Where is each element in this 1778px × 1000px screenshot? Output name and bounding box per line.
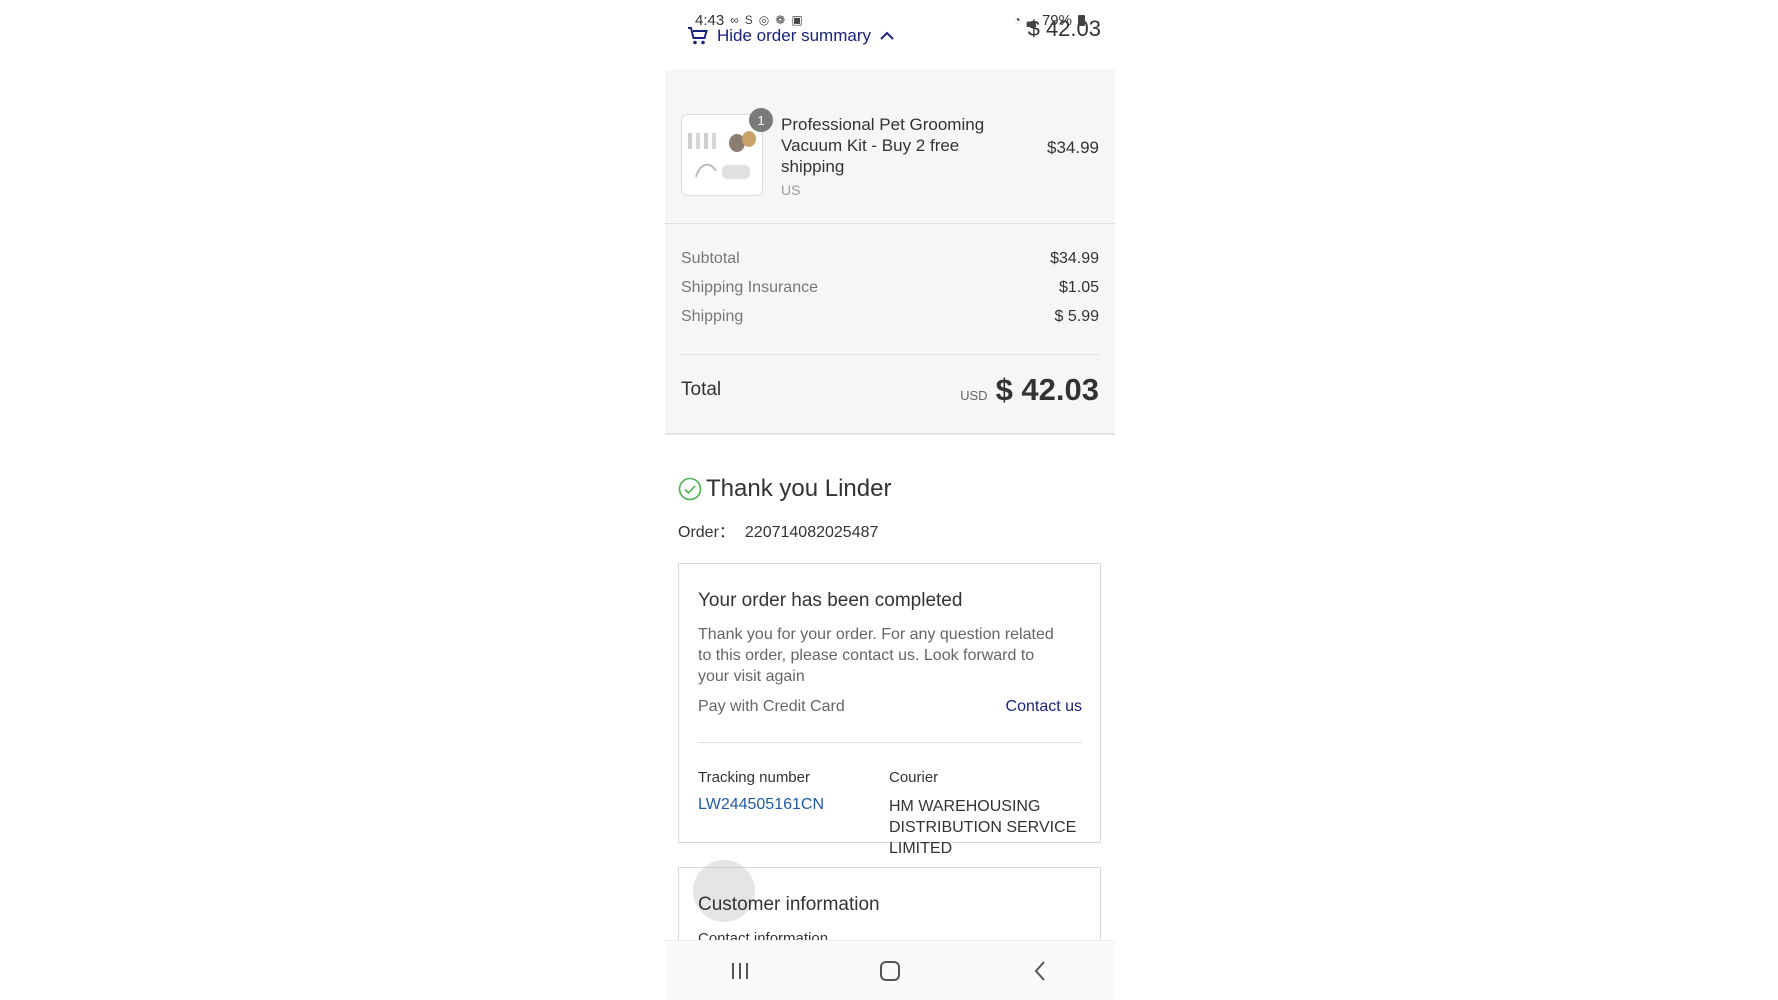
- app-s-icon: S: [744, 13, 753, 27]
- globe-icon: ◎: [758, 13, 770, 27]
- tracking-number-link[interactable]: LW244505161CN: [698, 796, 824, 814]
- back-icon: [1034, 961, 1045, 981]
- status-right: ◔ ▃ 79%: [1013, 12, 1085, 29]
- payment-method: Pay with Credit Card: [698, 698, 845, 715]
- order-completed-card: Your order has been completed Thank you …: [678, 563, 1101, 857]
- order-label: Order：: [678, 524, 735, 541]
- subtotal-row: Subtotal $34.99: [681, 248, 1099, 277]
- cost-value: $1.05: [1058, 279, 1099, 296]
- tracking-number-label: Tracking number: [698, 769, 810, 786]
- status-time: 4:43: [695, 11, 725, 29]
- status-left: 4:43 ∞ S ◎ ❁ ▣: [695, 12, 803, 29]
- android-nav-bar: [665, 940, 1115, 1000]
- order-number: 220714082025487: [744, 524, 879, 541]
- cost-value: $34.99: [1050, 250, 1099, 267]
- product-price: $34.99: [1047, 138, 1099, 157]
- gallery-icon: ▣: [791, 13, 803, 27]
- quantity-badge: 1: [749, 108, 773, 132]
- divider: [665, 223, 1115, 224]
- customer-information-title: Customer information: [698, 894, 880, 915]
- cost-label: Shipping Insurance: [681, 279, 818, 296]
- courier-label: Courier: [889, 769, 939, 786]
- pinwheel-icon: ❁: [775, 13, 786, 27]
- product-variant: US: [781, 182, 801, 198]
- cost-label: Shipping: [681, 308, 744, 325]
- product-name: Professional Pet Grooming Vacuum Kit - B…: [781, 115, 985, 176]
- product-line: 1 Professional Pet Grooming Vacuum Kit -…: [681, 108, 1099, 198]
- thank-you-text: Thank you Linder: [706, 475, 892, 502]
- battery-percent: 79%: [1041, 11, 1072, 29]
- total-row: Total USD $ 42.03: [681, 368, 1099, 412]
- customer-information-card: Customer information Contact information: [678, 860, 1101, 949]
- card-title: Your order has been completed: [698, 590, 963, 611]
- shipping-row: Shipping $ 5.99: [681, 306, 1099, 335]
- divider: [698, 742, 1082, 743]
- recent-apps-button[interactable]: [720, 956, 760, 986]
- total-amount: USD $ 42.03: [960, 372, 1099, 408]
- card-body: Thank you for your order. For any questi…: [698, 626, 1054, 685]
- currency-code: USD: [960, 388, 988, 403]
- recent-apps-icon: [732, 963, 748, 979]
- order-number-line: Order： 220714082025487: [678, 518, 878, 542]
- shipping-insurance-row: Shipping Insurance $1.05: [681, 277, 1099, 306]
- cost-lines: Subtotal $34.99 Shipping Insurance $1.05…: [681, 248, 1099, 335]
- courier-value: HM WAREHOUSING DISTRIBUTION SERVICE LIMI…: [889, 798, 1077, 857]
- back-button[interactable]: [1020, 956, 1060, 986]
- home-button[interactable]: [870, 956, 910, 986]
- cost-label: Subtotal: [681, 250, 740, 267]
- chevron-up-icon: [879, 31, 895, 41]
- status-bar: 4:43 ∞ S ◎ ❁ ▣ ◔ ▃ 79%: [695, 10, 1085, 30]
- phone-screen: 4:43 ∞ S ◎ ❁ ▣ ◔ ▃ 79% Hide order summar…: [665, 0, 1115, 1000]
- wifi-icon: ◔: [1013, 13, 1021, 27]
- home-icon: [880, 961, 900, 981]
- thank-you-heading: Thank you Linder: [678, 475, 891, 503]
- voicemail-icon: ∞: [730, 13, 739, 27]
- order-summary: 1 Professional Pet Grooming Vacuum Kit -…: [665, 70, 1115, 435]
- total-value: $ 42.03: [995, 372, 1099, 407]
- total-label: Total: [681, 379, 722, 400]
- contact-us-link[interactable]: Contact us: [1006, 698, 1082, 716]
- check-circle-icon: [678, 477, 702, 501]
- cost-value: $ 5.99: [1054, 308, 1099, 325]
- battery-icon: [1078, 14, 1085, 26]
- signal-icon: ▃: [1026, 13, 1036, 27]
- divider: [681, 354, 1099, 355]
